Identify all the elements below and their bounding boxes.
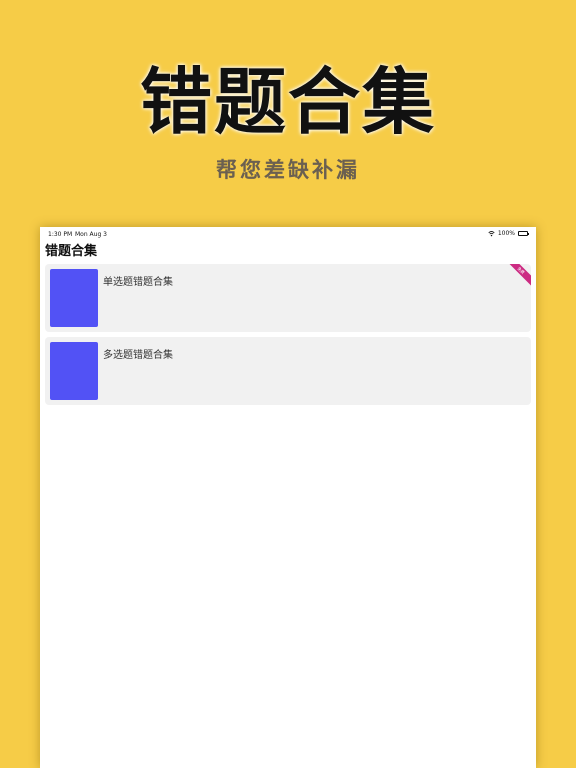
item-label: 单选题错题合集	[103, 277, 173, 288]
promo-subline: 帮您差缺补漏	[216, 158, 360, 182]
status-time: 1:30 PM	[48, 231, 73, 238]
corner-badge: 免费	[504, 264, 531, 288]
wifi-icon	[488, 230, 495, 237]
battery-icon	[518, 231, 529, 236]
status-right: 100%	[488, 230, 529, 237]
list-item[interactable]: 多选题错题合集	[45, 337, 531, 405]
battery-percent: 100%	[497, 230, 515, 237]
list-item[interactable]: 单选题错题合集 免费	[45, 264, 531, 332]
status-date: Mon Aug 3	[75, 231, 107, 238]
device-screen: 1:30 PM Mon Aug 3 100% 错题合集 单选题错题合集 免费 多…	[40, 227, 536, 768]
page-title: 错题合集	[45, 244, 98, 259]
promo-headline: 错题合集	[139, 60, 436, 144]
item-thumbnail	[50, 342, 98, 400]
item-thumbnail	[50, 269, 98, 327]
status-bar: 1:30 PM Mon Aug 3 100%	[40, 227, 536, 241]
item-label: 多选题错题合集	[103, 350, 173, 361]
